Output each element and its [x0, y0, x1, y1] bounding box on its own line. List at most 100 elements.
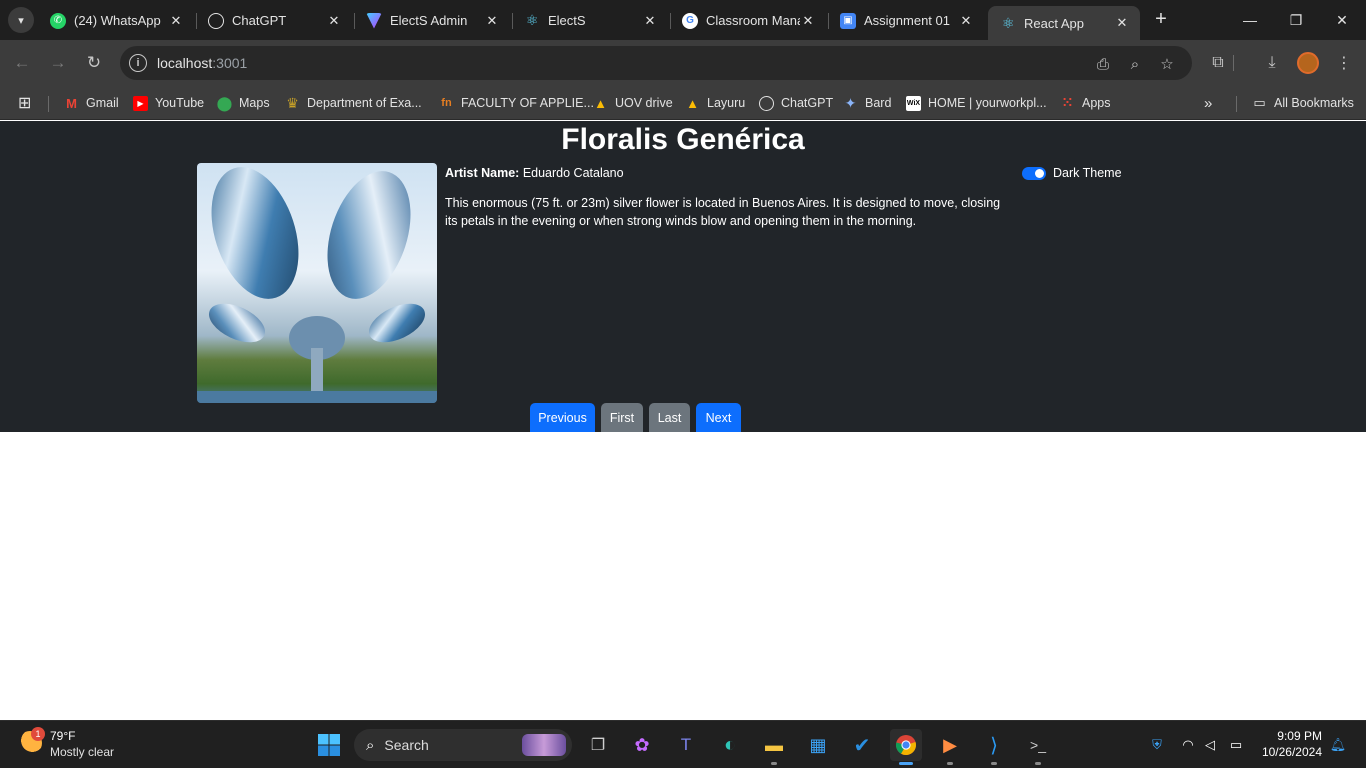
wix-icon: WiX	[906, 95, 921, 111]
first-button[interactable]: First	[601, 403, 643, 432]
copilot-icon[interactable]: ✿	[626, 729, 658, 761]
bookmark-youtube[interactable]: ▶ YouTube	[133, 92, 204, 114]
chatgpt-icon	[208, 12, 224, 29]
tab-title: (24) WhatsApp	[74, 13, 161, 28]
toggle-switch[interactable]	[1022, 166, 1046, 180]
more-bookmarks-icon[interactable]: »	[1204, 92, 1212, 114]
close-icon[interactable]: ✕	[168, 13, 184, 29]
media-player-icon[interactable]: ▶	[934, 729, 966, 765]
bookmark-star-icon[interactable]: ☆	[1157, 54, 1177, 74]
bookmark-layuru[interactable]: ▲ Layuru	[685, 92, 745, 114]
close-icon[interactable]: ✕	[1114, 15, 1130, 31]
sparkle-icon: ✦	[844, 94, 857, 111]
flower-sculpture-image	[197, 167, 437, 403]
page-title: Floralis Genérica	[561, 123, 805, 156]
bookmark-uov-drive[interactable]: ▲ UOV drive	[593, 92, 673, 114]
previous-button[interactable]: Previous	[530, 403, 595, 432]
site-info-icon[interactable]: i	[129, 54, 147, 72]
close-window-button[interactable]: ✕	[1322, 8, 1362, 32]
tab-title: ElectS Admin	[390, 13, 468, 28]
tab-search-button[interactable]: ▾	[8, 7, 34, 33]
tab-elects[interactable]: ⚛ ElectS ✕	[512, 6, 668, 35]
next-button[interactable]: Next	[696, 403, 741, 432]
last-button[interactable]: Last	[649, 403, 690, 432]
tab-classroom[interactable]: G Classroom Mana ✕	[670, 6, 826, 35]
file-explorer-icon[interactable]: ▬	[758, 729, 790, 765]
artist-label: Artist Name:	[445, 166, 520, 180]
tab-title: ChatGPT	[232, 13, 287, 28]
minimize-button[interactable]: —	[1230, 8, 1270, 32]
bookmark-apps[interactable]: ⁙ Apps	[1060, 92, 1110, 114]
install-app-icon[interactable]: ⎙	[1093, 54, 1113, 74]
tab-assignment[interactable]: ▣ Assignment 01 ✕	[828, 6, 984, 35]
bookmark-chatgpt[interactable]: ChatGPT	[759, 92, 833, 114]
close-icon[interactable]: ✕	[800, 13, 816, 29]
tab-whatsapp[interactable]: ✆ (24) WhatsApp ✕	[38, 6, 194, 35]
notification-bell-icon[interactable]: 🔔︎	[1328, 735, 1348, 755]
download-icon[interactable]: ⤓	[1260, 51, 1284, 75]
tab-title: React App	[1024, 15, 1084, 31]
maps-icon: ⬤	[216, 94, 233, 111]
all-bookmarks-button[interactable]: ▭ All Bookmarks	[1252, 92, 1354, 114]
bookmark-bard[interactable]: ✦ Bard	[843, 92, 892, 114]
chrome-icon[interactable]	[890, 729, 922, 765]
vscode-icon[interactable]: ⟩	[978, 729, 1010, 765]
battery-icon[interactable]: ▭	[1226, 735, 1246, 755]
close-icon[interactable]: ✕	[484, 13, 500, 29]
taskbar-search[interactable]: ⌕ Search	[354, 729, 572, 761]
start-button[interactable]	[313, 729, 345, 761]
zoom-icon[interactable]: ⌕	[1125, 54, 1145, 74]
faculty-icon: fn	[441, 97, 452, 109]
react-icon: ⚛	[1001, 14, 1015, 31]
restore-button[interactable]: ❐	[1276, 8, 1316, 32]
bookmark-faculty[interactable]: fn FACULTY OF APPLIE...	[439, 92, 594, 114]
tab-title: ElectS	[548, 13, 586, 28]
tab-strip: ▾ ✆ (24) WhatsApp ✕ ChatGPT ✕ ElectS Adm…	[0, 0, 1366, 40]
browser-toolbar: ← → ↻ i localhost:3001 ⎙ ⌕ ☆ ⧉ ⤓ ⋮	[0, 40, 1366, 86]
url-text[interactable]: localhost:3001	[157, 55, 247, 71]
terminal-icon[interactable]: >_	[1022, 729, 1054, 765]
store-icon[interactable]: ▦	[802, 729, 834, 761]
toolbar-divider	[1233, 55, 1234, 71]
reload-button[interactable]: ↻	[82, 51, 106, 75]
apps-shortcut-icon[interactable]: ⊞	[18, 92, 31, 114]
bookmark-divider	[1236, 96, 1237, 112]
gmail-icon: M	[66, 95, 77, 111]
new-tab-button[interactable]: +	[1150, 8, 1172, 30]
app-container: Floralis Genérica Artist Name: Eduardo C…	[0, 121, 1366, 432]
windows-icon	[318, 734, 340, 756]
close-icon[interactable]: ✕	[326, 13, 342, 29]
tab-title: Classroom Mana	[706, 13, 800, 28]
wifi-icon[interactable]: ◠	[1178, 735, 1198, 755]
task-view-icon[interactable]: ❐	[582, 729, 614, 761]
close-icon[interactable]: ✕	[642, 13, 658, 29]
bookmark-wix[interactable]: WiX HOME | yourworkpl...	[906, 92, 1047, 114]
security-shield-icon[interactable]: ⛨	[1147, 735, 1167, 755]
chatgpt-icon	[759, 95, 774, 111]
dark-theme-toggle[interactable]: Dark Theme	[1022, 166, 1122, 180]
close-icon[interactable]: ✕	[958, 13, 974, 29]
drive-icon: ▲	[686, 95, 699, 111]
more-menu-icon[interactable]: ⋮	[1332, 51, 1356, 75]
avatar[interactable]	[1297, 52, 1319, 74]
volume-icon[interactable]: ◁	[1200, 735, 1220, 755]
bookmark-maps[interactable]: ⬤ Maps	[217, 92, 270, 114]
tab-title: Assignment 01	[864, 13, 950, 28]
forward-button[interactable]: →	[46, 51, 70, 75]
notification-badge: 1	[31, 727, 45, 741]
extensions-icon[interactable]: ⧉	[1206, 51, 1230, 75]
bookmark-department[interactable]: ♛ Department of Exa...	[285, 92, 421, 114]
edge-icon[interactable]: ◐	[714, 729, 746, 761]
address-bar[interactable]: i localhost:3001 ⎙ ⌕ ☆	[120, 46, 1192, 80]
tab-elects-admin[interactable]: ElectS Admin ✕	[354, 6, 510, 35]
teams-icon[interactable]: T	[670, 729, 702, 761]
vite-icon	[366, 12, 382, 29]
bookmark-gmail[interactable]: M Gmail	[64, 92, 119, 114]
back-button[interactable]: ←	[10, 51, 34, 75]
todo-icon[interactable]: ✔	[846, 729, 878, 761]
windows-taskbar: 1 79°F Mostly clear ⌕ Search ❐ ✿ T ◐ ▬ ▦…	[0, 720, 1366, 768]
clock-date[interactable]: 10/26/2024	[1262, 745, 1322, 759]
tab-chatgpt[interactable]: ChatGPT ✕	[196, 6, 352, 35]
clock-time[interactable]: 9:09 PM	[1277, 729, 1322, 743]
tab-react-app[interactable]: ⚛ React App ✕	[988, 6, 1140, 40]
